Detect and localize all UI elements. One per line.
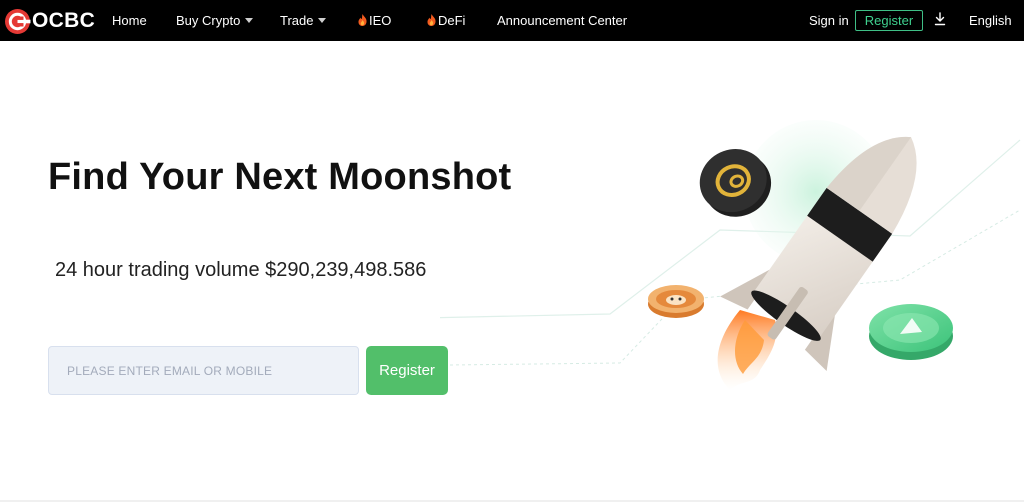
nav-trade[interactable]: Trade	[280, 0, 327, 41]
nav-home[interactable]: Home	[112, 0, 147, 41]
fire-icon	[427, 13, 436, 26]
brand-logo[interactable]: OCBC	[4, 7, 95, 35]
language-label: English	[969, 13, 1012, 28]
trading-volume-label: 24 hour trading volume	[55, 259, 260, 281]
hero-register-label: Register	[379, 362, 435, 379]
nav-register-label: Register	[864, 13, 914, 28]
nav-buy-crypto-label: Buy Crypto	[176, 13, 241, 28]
fire-icon	[358, 13, 367, 26]
nav-register-button[interactable]: Register	[855, 10, 923, 31]
nav-ieo[interactable]: IEO	[358, 0, 391, 41]
sign-in-label: Sign in	[809, 13, 849, 28]
nav-announcement-label: Announcement Center	[497, 13, 628, 28]
caret-down-icon	[245, 18, 254, 24]
shiba-coin-icon	[648, 285, 704, 318]
nav-buy-crypto[interactable]: Buy Crypto	[176, 0, 254, 41]
nav-defi-label: DeFi	[438, 13, 466, 28]
ocbc-logo-icon	[5, 8, 31, 34]
caret-down-icon	[318, 18, 327, 24]
nav-ieo-label: IEO	[369, 13, 392, 28]
green-coin-icon	[869, 304, 953, 360]
download-icon[interactable]	[934, 12, 946, 26]
email-or-mobile-input[interactable]	[48, 346, 359, 395]
rocket-flame	[717, 310, 777, 390]
nav-home-label: Home	[112, 13, 147, 28]
brand-name: OCBC	[32, 9, 96, 32]
language-selector[interactable]: English	[969, 0, 1012, 41]
trading-volume-value: $290,239,498.586	[265, 259, 427, 281]
top-navbar: OCBC Home Buy Crypto Trade IEO DeFi Anno…	[0, 0, 1024, 41]
hero-register-button[interactable]: Register	[366, 346, 448, 395]
trading-volume: 24 hour trading volume $290,239,498.586	[55, 259, 426, 282]
nav-trade-label: Trade	[280, 13, 314, 28]
sign-in-link[interactable]: Sign in	[809, 0, 849, 41]
nav-announcement-center[interactable]: Announcement Center	[497, 0, 627, 41]
nav-defi[interactable]: DeFi	[427, 0, 465, 41]
rocket-with-coins-illustration	[440, 120, 1021, 390]
